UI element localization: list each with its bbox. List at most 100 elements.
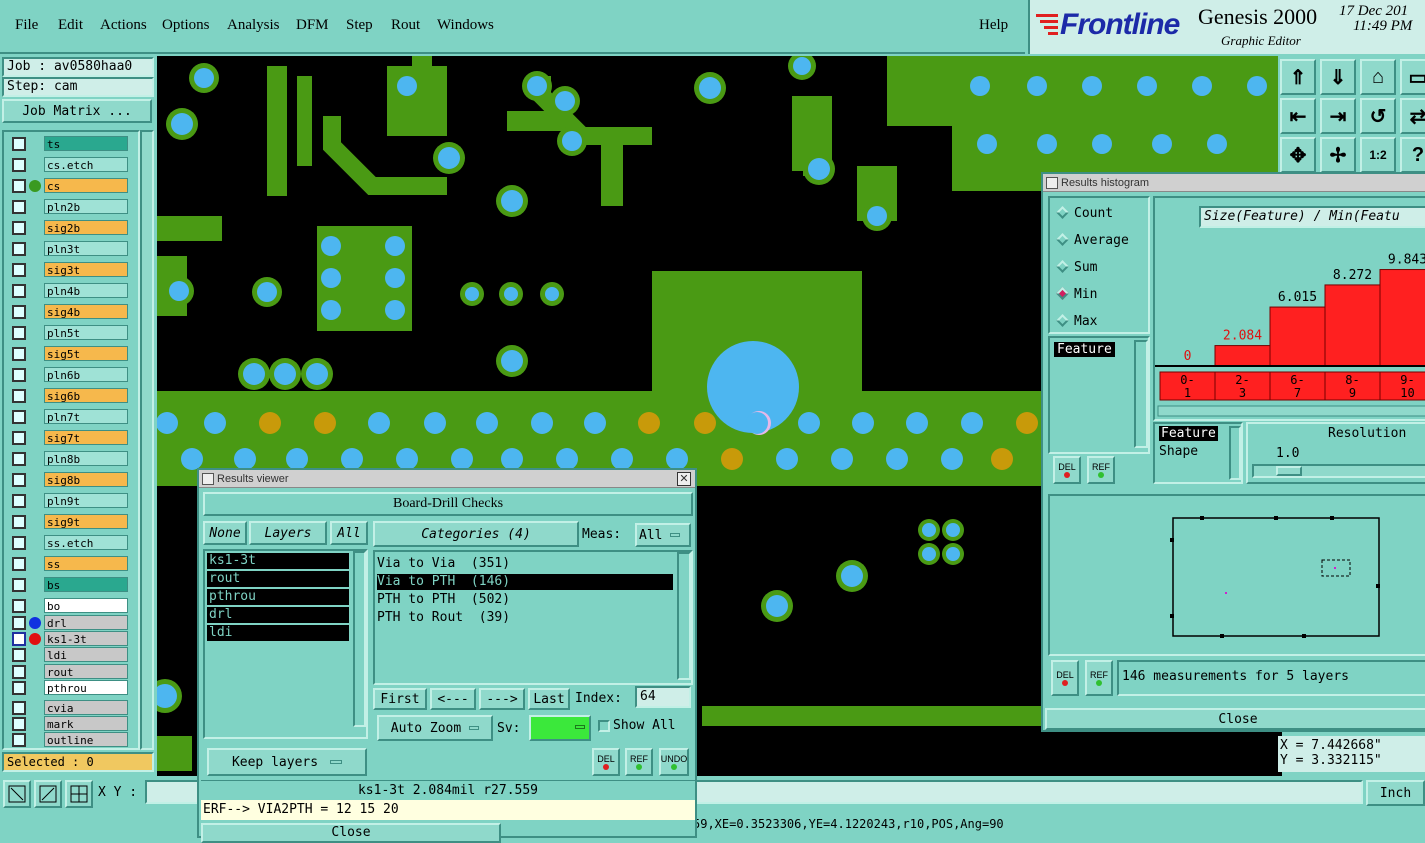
- layer-row-ks1-3t[interactable]: ks1-3t: [12, 631, 129, 647]
- feature-list-item[interactable]: Feature: [1054, 342, 1115, 357]
- layer-checkbox[interactable]: [12, 578, 26, 592]
- layer-checkbox[interactable]: [12, 179, 26, 193]
- layer-checkbox[interactable]: [12, 158, 26, 172]
- layer-row-drl[interactable]: drl: [12, 615, 129, 630]
- layer-checkbox[interactable]: [12, 410, 26, 424]
- menu-analysis[interactable]: Analysis: [227, 17, 280, 34]
- layer-list-scrollbar[interactable]: [140, 130, 154, 750]
- first-button[interactable]: First: [373, 688, 427, 710]
- result-layer-item[interactable]: drl: [207, 607, 349, 623]
- home-icon[interactable]: ⌂: [1360, 59, 1396, 95]
- layer-checkbox[interactable]: [12, 733, 26, 748]
- results-viewer-titlebar[interactable]: Results viewer ✕: [199, 470, 695, 488]
- layer-row-cvia[interactable]: cvia: [12, 700, 129, 715]
- layer-row-cs[interactable]: cs: [12, 178, 129, 193]
- help-icon[interactable]: ?: [1400, 137, 1425, 173]
- layer-checkbox[interactable]: [12, 473, 26, 487]
- group-shape[interactable]: Shape: [1159, 444, 1198, 459]
- layer-checkbox[interactable]: [12, 221, 26, 235]
- layer-row-sig2b[interactable]: sig2b: [12, 220, 129, 235]
- del-button[interactable]: DEL: [592, 748, 620, 776]
- layer-row-bo[interactable]: bo: [12, 598, 129, 613]
- layer-checkbox[interactable]: [12, 452, 26, 466]
- menu-options[interactable]: Options: [162, 17, 210, 34]
- layer-row-rout[interactable]: rout: [12, 663, 129, 679]
- result-layer-item[interactable]: ldi: [207, 625, 349, 641]
- layer-checkbox[interactable]: [12, 515, 26, 529]
- layer-checkbox[interactable]: [12, 326, 26, 340]
- histogram-bar[interactable]: [1269, 306, 1326, 367]
- layer-row-sig5t[interactable]: sig5t: [12, 346, 129, 361]
- category-item[interactable]: PTH to Rout (39): [377, 610, 673, 626]
- window-menu-icon[interactable]: [202, 473, 214, 485]
- scale-1-2-icon[interactable]: 1:2: [1360, 137, 1396, 173]
- histogram-bar[interactable]: [1324, 284, 1381, 367]
- layer-row-bs[interactable]: bs: [12, 577, 129, 592]
- window-icon[interactable]: ▭: [1400, 59, 1425, 95]
- index-input[interactable]: 64: [635, 686, 691, 708]
- layer-row-ts[interactable]: ts: [12, 136, 129, 151]
- layer-row-pln9t[interactable]: pln9t: [12, 493, 129, 508]
- ref-button[interactable]: REF: [625, 748, 653, 776]
- units-select[interactable]: Inch: [1366, 780, 1425, 806]
- layer-checkbox[interactable]: [12, 536, 26, 550]
- layer-checkbox[interactable]: [12, 717, 26, 732]
- layer-row-outline[interactable]: outline: [12, 732, 129, 748]
- overview-del-button[interactable]: DEL: [1051, 660, 1079, 696]
- radio-icon[interactable]: [1056, 233, 1069, 246]
- layer-checkbox[interactable]: [12, 599, 26, 613]
- prev-button[interactable]: <---: [430, 688, 476, 710]
- layer-checkbox[interactable]: [12, 200, 26, 214]
- layer-checkbox[interactable]: [12, 431, 26, 445]
- sv-color-select[interactable]: [529, 715, 591, 741]
- layer-row-ss.etch[interactable]: ss.etch: [12, 535, 129, 550]
- mode-count[interactable]: Count: [1056, 204, 1146, 224]
- layer-row-sig7t[interactable]: sig7t: [12, 430, 129, 445]
- layer-checkbox[interactable]: [12, 368, 26, 382]
- mode-sum[interactable]: Sum: [1056, 258, 1146, 278]
- layer-row-pln8b[interactable]: pln8b: [12, 451, 129, 466]
- category-item[interactable]: Via to PTH (146): [377, 574, 673, 590]
- layer-row-sig8b[interactable]: sig8b: [12, 472, 129, 487]
- layer-checkbox[interactable]: [12, 664, 26, 679]
- menu-edit[interactable]: Edit: [58, 17, 83, 34]
- layer-up-icon[interactable]: ⇑: [1280, 59, 1316, 95]
- layer-checkbox[interactable]: [12, 263, 26, 277]
- pan-right-icon[interactable]: ⇥: [1320, 98, 1356, 134]
- radio-icon[interactable]: [1056, 260, 1069, 273]
- layer-row-pln5t[interactable]: pln5t: [12, 325, 129, 340]
- categories-button[interactable]: Categories (4): [373, 521, 579, 547]
- zoom-center-icon[interactable]: ✢: [1320, 137, 1356, 173]
- layer-row-ss[interactable]: ss: [12, 556, 129, 571]
- grid-icon[interactable]: [65, 780, 93, 808]
- layer-row-pln6b[interactable]: pln6b: [12, 367, 129, 382]
- menu-actions[interactable]: Actions: [100, 17, 147, 34]
- keep-layers-select[interactable]: Keep layers: [207, 748, 367, 776]
- category-scrollbar[interactable]: [677, 552, 691, 680]
- last-button[interactable]: Last: [528, 688, 570, 710]
- layer-checkbox[interactable]: [12, 242, 26, 256]
- layer-down-icon[interactable]: ⇓: [1320, 59, 1356, 95]
- layers-button[interactable]: Layers: [249, 521, 327, 545]
- group-list-scrollbar[interactable]: [1229, 426, 1241, 480]
- histogram-titlebar[interactable]: Results histogram: [1043, 174, 1425, 192]
- menu-windows[interactable]: Windows: [437, 17, 494, 34]
- layer-row-pthrou[interactable]: pthrou: [12, 679, 129, 695]
- layer-row-sig6b[interactable]: sig6b: [12, 388, 129, 403]
- menu-help[interactable]: Help: [979, 17, 1008, 34]
- menu-file[interactable]: File: [15, 17, 38, 34]
- zoom-fit-icon[interactable]: ✥: [1280, 137, 1316, 173]
- layer-row-sig4b[interactable]: sig4b: [12, 304, 129, 319]
- mode-min[interactable]: Min: [1056, 285, 1146, 305]
- layer-checkbox[interactable]: [12, 305, 26, 319]
- layer-row-sig3t[interactable]: sig3t: [12, 262, 129, 277]
- histogram-bar[interactable]: [1214, 345, 1271, 367]
- layer-checkbox[interactable]: [12, 616, 26, 630]
- layer-checkbox[interactable]: [12, 648, 26, 663]
- resolution-slider-handle[interactable]: [1276, 466, 1302, 476]
- result-layer-item[interactable]: rout: [207, 571, 349, 587]
- undo-zoom-icon[interactable]: ↺: [1360, 98, 1396, 134]
- result-layer-item[interactable]: ks1-3t: [207, 553, 349, 569]
- layer-checkbox[interactable]: [12, 680, 26, 695]
- histogram-del-button[interactable]: DEL: [1053, 456, 1081, 484]
